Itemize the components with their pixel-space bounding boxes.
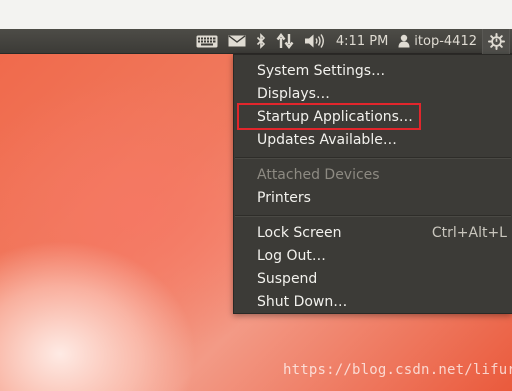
user-icon	[398, 34, 410, 48]
sound-indicator[interactable]	[299, 29, 331, 54]
menu-heading-attached-devices: Attached Devices	[257, 167, 380, 183]
bluetooth-icon	[256, 33, 266, 49]
menu-item-displays[interactable]: Displays…	[234, 83, 512, 106]
username-text: itop-4412	[414, 33, 477, 49]
menu-item-updates-available[interactable]: Updates Available…	[234, 129, 512, 152]
keyboard-indicator[interactable]	[191, 29, 223, 54]
network-indicator[interactable]	[271, 29, 299, 54]
watermark-text: https://blog.csdn.net/lifuran156	[283, 362, 512, 378]
shortcut-hint: Ctrl+Alt+L	[431, 225, 507, 241]
screen: 4:11 PM itop-4412 System Settings… Displ…	[0, 0, 512, 391]
keyboard-icon	[196, 35, 218, 47]
top-panel: 4:11 PM itop-4412	[0, 28, 512, 54]
menu-item-printers[interactable]: Printers	[234, 187, 512, 210]
menu-separator	[235, 157, 511, 159]
messaging-indicator[interactable]	[223, 29, 251, 54]
menu-item-shut-down[interactable]: Shut Down…	[234, 291, 512, 314]
menu-item-label: Lock Screen	[257, 225, 342, 241]
gear-power-icon	[487, 32, 505, 50]
menu-separator	[235, 215, 511, 217]
user-indicator[interactable]: itop-4412	[393, 29, 482, 54]
session-menu: System Settings… Displays… Startup Appli…	[233, 54, 512, 314]
clock-text: 4:11 PM	[335, 33, 389, 49]
menu-item-startup-applications[interactable]: Startup Applications…	[234, 106, 512, 129]
menu-item-suspend[interactable]: Suspend	[234, 268, 512, 291]
clock-indicator[interactable]: 4:11 PM	[331, 29, 393, 54]
menu-item-system-settings[interactable]: System Settings…	[234, 60, 512, 83]
network-updown-icon	[276, 33, 294, 49]
volume-icon	[304, 34, 324, 48]
mail-icon	[228, 35, 246, 47]
menu-item-log-out[interactable]: Log Out…	[234, 245, 512, 268]
bluetooth-indicator[interactable]	[251, 29, 271, 54]
session-menu-button[interactable]	[482, 28, 510, 54]
menu-item-lock-screen[interactable]: Lock Screen Ctrl+Alt+L	[234, 222, 512, 245]
